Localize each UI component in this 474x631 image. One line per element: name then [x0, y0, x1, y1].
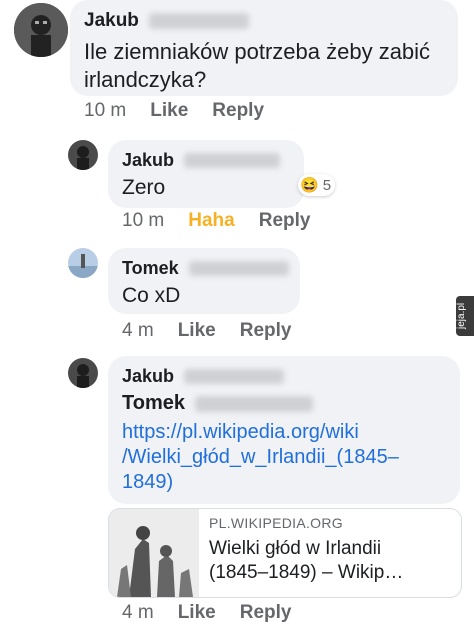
avatar[interactable] — [14, 3, 68, 57]
reaction-badge[interactable]: 😆 5 — [298, 174, 336, 196]
preview-title: Wielki głód w Irlandii (1845–1849) – Wik… — [209, 538, 404, 583]
comment-bubble: Jakub Tomek https://pl.wikipedia.org/wik… — [108, 356, 460, 504]
user-avatar-icon — [68, 140, 98, 170]
like-button[interactable]: Like — [150, 100, 188, 122]
comment-bubble: Jakub Ile ziemniaków potrzeba żeby zabić… — [70, 0, 458, 96]
comment-author[interactable]: Tomek — [122, 258, 179, 279]
haha-reaction-icon: 😆 — [300, 177, 319, 194]
reply-button[interactable]: Reply — [259, 210, 311, 232]
like-button[interactable]: Like — [178, 320, 216, 342]
comment-time: 4 m — [122, 602, 154, 623]
reaction-count: 5 — [322, 176, 332, 194]
comment-actions: 4 m Like Reply — [122, 602, 315, 624]
comment-text: Zero — [122, 176, 166, 199]
preview-thumbnail — [109, 509, 199, 597]
reply-button[interactable]: Reply — [240, 602, 292, 624]
haha-reaction-button[interactable]: Haha — [188, 210, 234, 232]
comment-author[interactable]: Jakub — [84, 10, 139, 32]
comment-actions: 10 m Like Reply — [84, 100, 288, 122]
reply-button[interactable]: Reply — [212, 100, 264, 122]
author-surname-redacted — [148, 13, 249, 29]
avatar[interactable] — [68, 358, 98, 388]
comment-time: 10 m — [122, 210, 165, 231]
author-surname-redacted — [184, 153, 281, 168]
author-surname-redacted — [188, 261, 289, 276]
mention-tag[interactable]: Tomek — [122, 392, 185, 415]
preview-domain: PL.WIKIPEDIA.ORG — [209, 515, 343, 531]
comment-text: Co xD — [122, 284, 181, 307]
link-preview-card[interactable]: PL.WIKIPEDIA.ORG Wielki głód w Irlandii … — [108, 508, 462, 598]
famine-illustration-icon — [109, 509, 199, 597]
avatar[interactable] — [68, 248, 98, 278]
comment-bubble: Tomek Co xD — [108, 248, 300, 314]
comment-text: Ile ziemniaków potrzeba żeby zabić irlan… — [84, 39, 431, 92]
reply-button[interactable]: Reply — [240, 320, 292, 342]
watermark-tag: jeja.pl — [456, 296, 474, 336]
comment-actions: 10 m Haha Reply — [122, 210, 334, 232]
user-avatar-icon — [14, 3, 68, 57]
avatar[interactable] — [68, 140, 98, 170]
user-avatar-icon — [68, 358, 98, 388]
like-button[interactable]: Like — [178, 602, 216, 624]
mention-surname-redacted — [194, 395, 313, 412]
comment-time: 4 m — [122, 320, 154, 341]
comment-bubble: Jakub Zero — [108, 140, 304, 208]
user-avatar-icon — [68, 248, 98, 278]
comment-actions: 4 m Like Reply — [122, 320, 315, 342]
wikipedia-link[interactable]: https://pl.wikipedia.org/wiki /Wielki_gł… — [122, 420, 399, 495]
comment-author[interactable]: Jakub — [122, 366, 174, 387]
comment-author[interactable]: Jakub — [122, 150, 174, 171]
author-surname-redacted — [184, 369, 285, 384]
comment-time: 10 m — [84, 100, 127, 121]
